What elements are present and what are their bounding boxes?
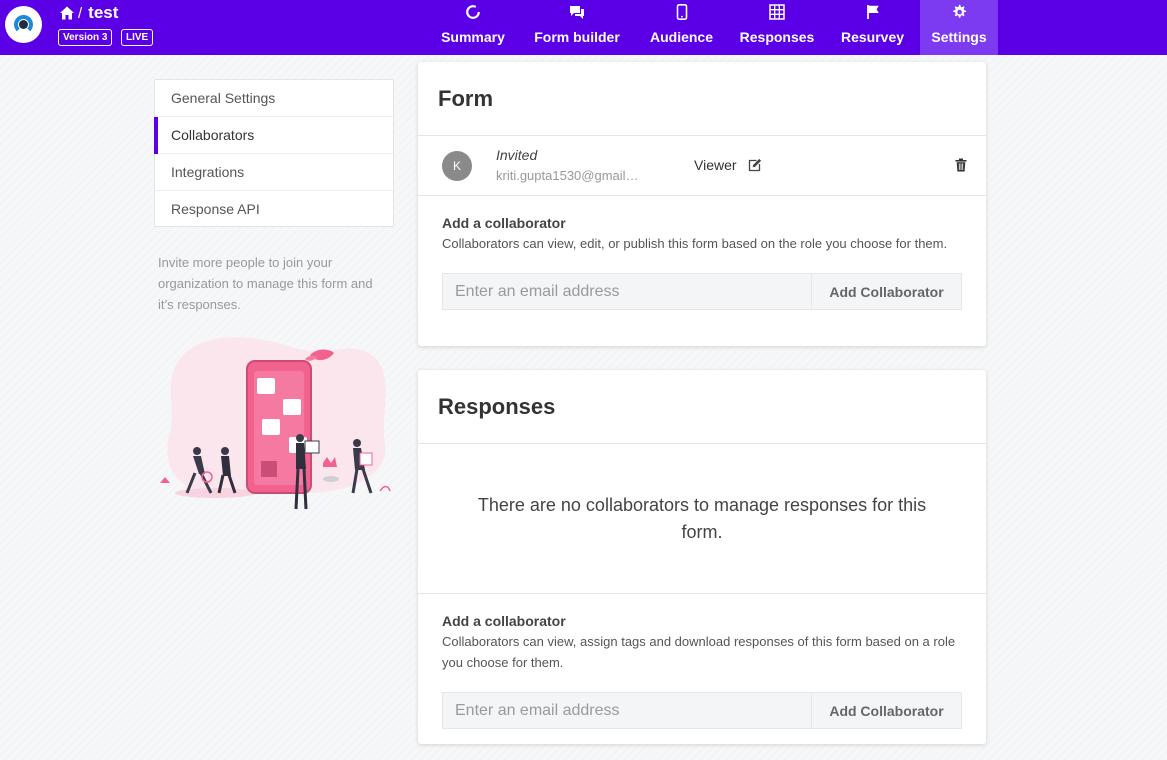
add-collaborator-button[interactable]: Add Collaborator <box>811 273 962 310</box>
edit-icon[interactable] <box>748 158 762 172</box>
form-builder-icon <box>570 6 584 19</box>
tab-label: Summary <box>441 29 505 45</box>
sidebar-item-response-api[interactable]: Response API <box>155 191 393 228</box>
card-title: Responses <box>418 370 986 444</box>
tab-label: Settings <box>931 29 987 45</box>
sidebar-item-general-settings[interactable]: General Settings <box>155 80 393 117</box>
tab-label: Audience <box>649 29 713 45</box>
avatar: K <box>442 151 472 181</box>
audience-icon <box>676 4 687 20</box>
tab-label: Resurvey <box>840 29 905 45</box>
tab-resurvey[interactable]: Resurvey <box>835 0 910 55</box>
top-bar: / test Version 3 LIVE Summary Form build… <box>0 0 1167 55</box>
add-form-collaborator-section: Add a collaborator Collaborators can vie… <box>418 196 986 311</box>
collaborator-status: Invited <box>496 147 538 163</box>
summary-icon <box>466 5 480 19</box>
invite-help-text: Invite more people to join your organiza… <box>158 255 373 312</box>
tab-settings[interactable]: Settings <box>920 0 998 55</box>
collaboration-illustration <box>160 337 391 510</box>
live-badge: LIVE <box>121 29 154 46</box>
tab-responses[interactable]: Responses <box>735 0 819 55</box>
sidebar-item-integrations[interactable]: Integrations <box>155 154 393 191</box>
tab-label: Form builder <box>534 29 620 45</box>
tab-form-builder[interactable]: Form builder <box>526 0 628 55</box>
tab-audience[interactable]: Audience <box>643 0 720 55</box>
empty-state-message: There are no collaborators to manage res… <box>418 444 986 594</box>
logo-dot-icon <box>19 20 28 29</box>
email-field[interactable] <box>442 273 811 310</box>
add-collaborator-title: Add a collaborator <box>442 215 566 231</box>
add-collaborator-description: Collaborators can view, assign tags and … <box>442 634 956 670</box>
add-collaborator-row: Add Collaborator <box>442 692 962 730</box>
home-icon[interactable] <box>59 5 75 21</box>
tab-label: Responses <box>739 29 815 45</box>
form-collaborators-card: Form K Invited kriti.gupta1530@gmail… Vi… <box>418 62 986 346</box>
app-logo[interactable] <box>5 6 42 43</box>
gear-icon <box>953 4 967 18</box>
add-collaborator-title: Add a collaborator <box>442 613 566 629</box>
responses-collaborators-card: Responses There are no collaborators to … <box>418 370 986 744</box>
breadcrumb: / test <box>59 2 118 24</box>
card-title: Form <box>418 62 986 136</box>
settings-sidebar: General Settings Collaborators Integrati… <box>154 79 394 227</box>
trash-icon[interactable] <box>955 158 967 172</box>
collaborator-role[interactable]: Viewer <box>694 157 737 173</box>
add-collaborator-button[interactable]: Add Collaborator <box>811 692 962 729</box>
sidebar-item-collaborators[interactable]: Collaborators <box>154 117 393 154</box>
collaborator-row: K Invited kriti.gupta1530@gmail… Viewer <box>418 136 986 196</box>
collaborator-email: kriti.gupta1530@gmail… <box>496 168 639 183</box>
breadcrumb-separator: / <box>78 4 83 22</box>
tab-summary[interactable]: Summary <box>432 0 514 55</box>
version-badge[interactable]: Version 3 <box>58 29 113 46</box>
add-collaborator-row: Add Collaborator <box>442 273 962 311</box>
flag-icon <box>866 5 879 19</box>
email-field[interactable] <box>442 692 811 729</box>
add-collaborator-description: Collaborators can view, edit, or publish… <box>442 236 948 251</box>
form-title[interactable]: test <box>88 3 118 23</box>
add-response-collaborator-section: Add a collaborator Collaborators can vie… <box>418 594 986 730</box>
responses-icon <box>769 4 785 20</box>
